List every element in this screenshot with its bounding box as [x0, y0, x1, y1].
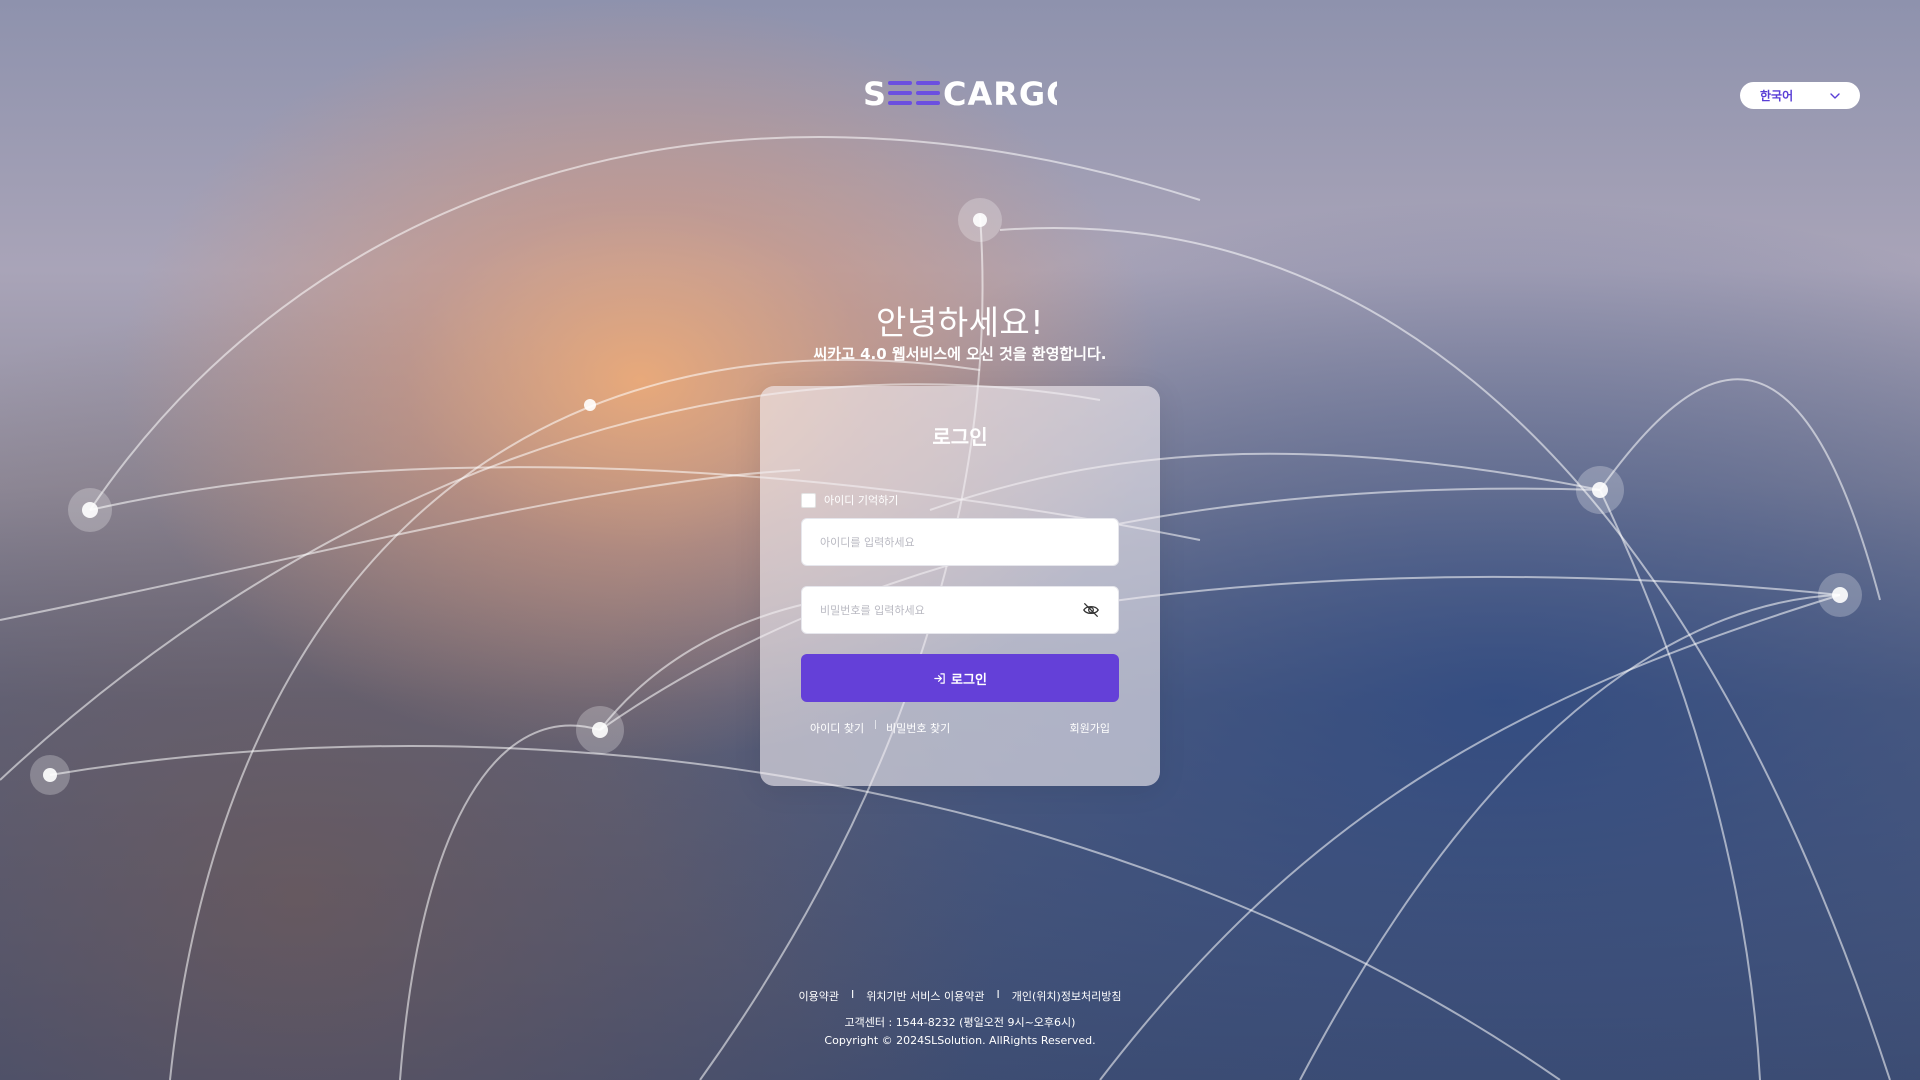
terms-link[interactable]: 이용약관: [798, 988, 838, 1004]
login-button-label: 로그인: [951, 671, 987, 687]
footer-separator: I: [996, 988, 1000, 1001]
signup-link[interactable]: 회원가입: [1070, 720, 1110, 736]
eye-off-icon[interactable]: [1082, 601, 1100, 619]
logo-graphic: S CARGO: [863, 76, 1057, 110]
welcome-title: 안녕하세요!: [875, 303, 1045, 342]
remember-id-checkbox[interactable]: [801, 492, 816, 508]
login-card: 로그인 아이디 기억하기 로그인 아이디 찾기 | 비밀번호 찾기 회원가입: [760, 386, 1160, 786]
footer-separator: I: [850, 988, 855, 1001]
find-id-link[interactable]: 아이디 찾기: [810, 720, 864, 736]
remember-id-label: 아이디 기억하기: [824, 494, 899, 507]
account-links: 아이디 찾기 | 비밀번호 찾기 회원가입: [810, 720, 1110, 736]
link-separator: |: [874, 720, 878, 730]
login-card-title: 로그인: [932, 425, 988, 449]
seecargo-logo[interactable]: S CARGO: [863, 76, 1057, 110]
location-terms-link[interactable]: 위치기반 서비스 이용약관: [866, 988, 984, 1004]
svg-text:S: S: [863, 76, 887, 110]
id-input[interactable]: [820, 519, 1100, 565]
welcome-subtitle: 씨카고 4.0 웹서비스에 오신 것을 환영합니다.: [813, 345, 1107, 363]
login-arrow-icon: [934, 672, 945, 684]
footer-links: 이용약관 I 위치기반 서비스 이용약관 I 개인(위치)정보처리방침: [0, 988, 1920, 1004]
find-password-link[interactable]: 비밀번호 찾기: [886, 720, 950, 736]
login-button[interactable]: 로그인: [801, 654, 1119, 702]
password-field-container: [801, 586, 1119, 634]
customer-center-info: 고객센터 : 1544-8232 (평일오전 9시~오후6시): [844, 1016, 1076, 1029]
password-input[interactable]: [820, 587, 1082, 633]
id-field-container: [801, 518, 1119, 566]
language-select-value: 한국어: [1760, 89, 1794, 103]
language-select[interactable]: 한국어: [1740, 82, 1860, 109]
copyright-text: Copyright © 2024SLSolution. AllRights Re…: [824, 1034, 1096, 1047]
svg-text:CARGO: CARGO: [943, 76, 1057, 110]
chevron-down-icon: [1830, 92, 1840, 99]
privacy-policy-link[interactable]: 개인(위치)정보처리방침: [1012, 988, 1122, 1004]
remember-id-option[interactable]: 아이디 기억하기: [801, 492, 898, 508]
